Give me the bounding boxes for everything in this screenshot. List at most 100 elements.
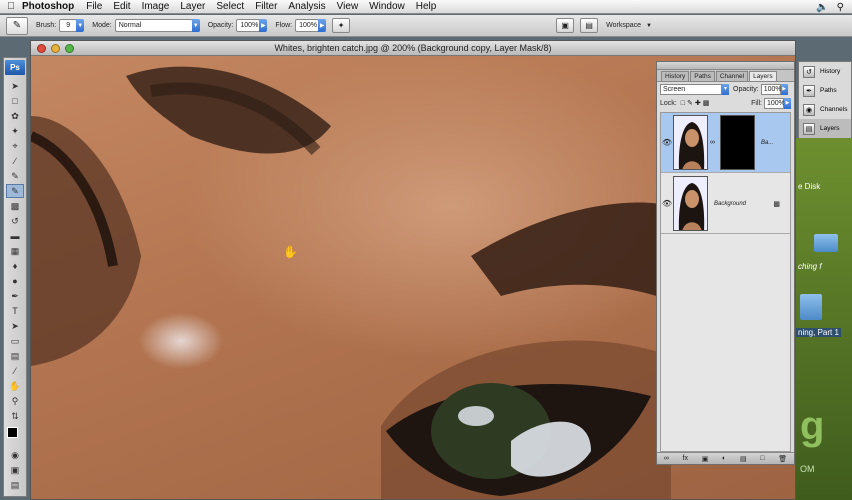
menu-filter[interactable]: Filter (255, 1, 277, 12)
dodge-tool-icon[interactable]: ● (6, 274, 24, 288)
visibility-eye-icon[interactable]: 👁 (661, 199, 673, 208)
menu-edit[interactable]: Edit (113, 1, 130, 12)
folder-icon[interactable] (814, 234, 838, 252)
flow-label: Flow: (275, 22, 293, 29)
delete-layer-icon[interactable]: 🗑 (778, 455, 787, 463)
tab-paths[interactable]: Paths (690, 71, 715, 81)
layer-row-background[interactable]: 👁 Background ▩ (661, 174, 790, 234)
mode-select[interactable]: Normal (114, 19, 193, 32)
magic-wand-tool-icon[interactable]: ✦ (6, 124, 24, 138)
spotlight-icon[interactable]: ⚲ (837, 2, 844, 13)
document-title-bar[interactable]: Whites, brighten catch.jpg @ 200% (Backg… (31, 41, 795, 56)
eraser-tool-icon[interactable]: ▬ (6, 229, 24, 243)
menu-analysis[interactable]: Analysis (288, 1, 325, 12)
image-ready-icon[interactable]: ▤ (6, 478, 24, 492)
link-layers-icon[interactable]: ∞ (664, 455, 669, 462)
panel-opacity-arrow-icon[interactable]: ▶ (780, 83, 788, 95)
panel-opacity-input[interactable]: 100% (760, 83, 782, 95)
mode-arrow-icon[interactable]: ▼ (191, 19, 200, 32)
tab-history[interactable]: History (661, 71, 690, 81)
gradient-tool-icon[interactable]: ▦ (6, 244, 24, 258)
new-group-icon[interactable]: ▤ (740, 455, 747, 463)
lock-row: Lock: □✎✚▩ Fill: 100% ▶ (657, 96, 794, 110)
mask-link-icon[interactable]: ∞ (710, 139, 715, 146)
file-browser-icon[interactable]: ▤ (580, 18, 599, 33)
folder-icon[interactable] (800, 294, 822, 320)
desktop-background: e Disk ching f ning, Part 1 g OM (796, 138, 852, 500)
tab-channels[interactable]: Channel (715, 71, 749, 81)
brush-size-picker[interactable]: 9 (59, 19, 78, 32)
airbrush-icon[interactable]: ✦ (332, 18, 351, 33)
brush-tool-icon[interactable]: ✎ (6, 184, 24, 198)
brush-picker-arrow-icon[interactable]: ▼ (76, 19, 85, 32)
left-eye-shadow-shape (31, 116, 141, 366)
blend-mode-select[interactable]: Screen (660, 83, 722, 95)
ps-logo-icon[interactable]: Ps (5, 60, 25, 75)
menu-app-name[interactable]: Photoshop (22, 1, 74, 12)
slice-tool-icon[interactable]: ∕ (6, 154, 24, 168)
new-layer-icon[interactable]: □ (760, 455, 764, 462)
apple-icon[interactable]:  (0, 1, 22, 12)
workspace-label[interactable]: Workspace (606, 22, 641, 29)
menu-help[interactable]: Help (416, 1, 437, 12)
fill-arrow-icon[interactable]: ▶ (784, 97, 791, 109)
mode-value: Normal (118, 22, 142, 29)
add-mask-icon[interactable]: ▣ (702, 455, 709, 463)
history-brush-tool-icon[interactable]: ↺ (6, 214, 24, 228)
pen-tool-icon[interactable]: ✒ (6, 289, 24, 303)
healing-brush-tool-icon[interactable]: ✎ (6, 169, 24, 183)
close-window-icon[interactable] (37, 44, 46, 53)
brush-tool-preset-icon[interactable]: ✎ (6, 16, 28, 35)
menu-select[interactable]: Select (216, 1, 244, 12)
quick-mask-icon[interactable]: ◉ (6, 448, 24, 462)
dock-item-history[interactable]: ↺ History (799, 62, 851, 81)
notes-tool-icon[interactable]: ▤ (6, 349, 24, 363)
path-selection-tool-icon[interactable]: ➤ (6, 319, 24, 333)
menu-view[interactable]: View (337, 1, 359, 12)
opacity-input[interactable]: 100% (236, 19, 261, 32)
fill-input[interactable]: 100% (764, 97, 785, 109)
layer-row-background-copy[interactable]: 👁 ∞ Ba... (661, 113, 790, 173)
blur-tool-icon[interactable]: ♦ (6, 259, 24, 273)
foreground-color-swatch[interactable] (7, 427, 18, 438)
crop-tool-icon[interactable]: ⌖ (6, 139, 24, 153)
screen-mode-icon[interactable]: ▣ (6, 463, 24, 477)
panel-drag-bar[interactable] (657, 62, 794, 70)
tab-layers[interactable]: Layers (749, 71, 777, 81)
menu-window[interactable]: Window (369, 1, 405, 12)
catchlight-shape (458, 406, 494, 426)
volume-icon[interactable]: 🔈 (816, 2, 828, 13)
lock-options-icon[interactable]: □✎✚▩ (681, 99, 712, 107)
brushes-palette-icon[interactable]: ▣ (556, 18, 575, 33)
lasso-tool-icon[interactable]: ✿ (6, 109, 24, 123)
flow-arrow-icon[interactable]: ▶ (318, 19, 327, 32)
layers-icon: ▤ (803, 122, 815, 135)
flow-input[interactable]: 100% (295, 19, 320, 32)
dock-item-layers[interactable]: ▤ Layers (799, 119, 851, 138)
move-tool-icon[interactable]: ➤ (6, 79, 24, 93)
eyedropper-tool-icon[interactable]: ⁄ (6, 364, 24, 378)
clone-stamp-tool-icon[interactable]: ▩ (6, 199, 24, 213)
shape-tool-icon[interactable]: ▭ (6, 334, 24, 348)
opacity-arrow-icon[interactable]: ▶ (259, 19, 268, 32)
hand-tool-icon[interactable]: ✋ (6, 379, 24, 393)
dock-item-label: Paths (820, 87, 837, 94)
menu-image[interactable]: Image (142, 1, 170, 12)
marquee-tool-icon[interactable]: □ (6, 94, 24, 108)
zoom-window-icon[interactable] (65, 44, 74, 53)
layer-style-icon[interactable]: fx (683, 455, 688, 462)
menu-layer[interactable]: Layer (180, 1, 205, 12)
adjustment-layer-icon[interactable]: ◐ (722, 455, 726, 462)
minimize-window-icon[interactable] (51, 44, 60, 53)
layer-mask-thumbnail[interactable] (720, 115, 755, 170)
dock-item-paths[interactable]: ✒ Paths (799, 81, 851, 100)
workspace-arrow-icon[interactable]: ▼ (646, 23, 652, 29)
type-tool-icon[interactable]: T (6, 304, 24, 318)
swap-colors-icon[interactable]: ⇅ (6, 409, 24, 423)
zoom-tool-icon[interactable]: ⚲ (6, 394, 24, 408)
visibility-eye-icon[interactable]: 👁 (661, 138, 673, 147)
menu-file[interactable]: File (86, 1, 102, 12)
dock-item-channels[interactable]: ◉ Channels (799, 100, 851, 119)
blend-mode-arrow-icon[interactable]: ▼ (722, 83, 729, 95)
photoshop-screen:  Photoshop File Edit Image Layer Select… (0, 0, 852, 500)
